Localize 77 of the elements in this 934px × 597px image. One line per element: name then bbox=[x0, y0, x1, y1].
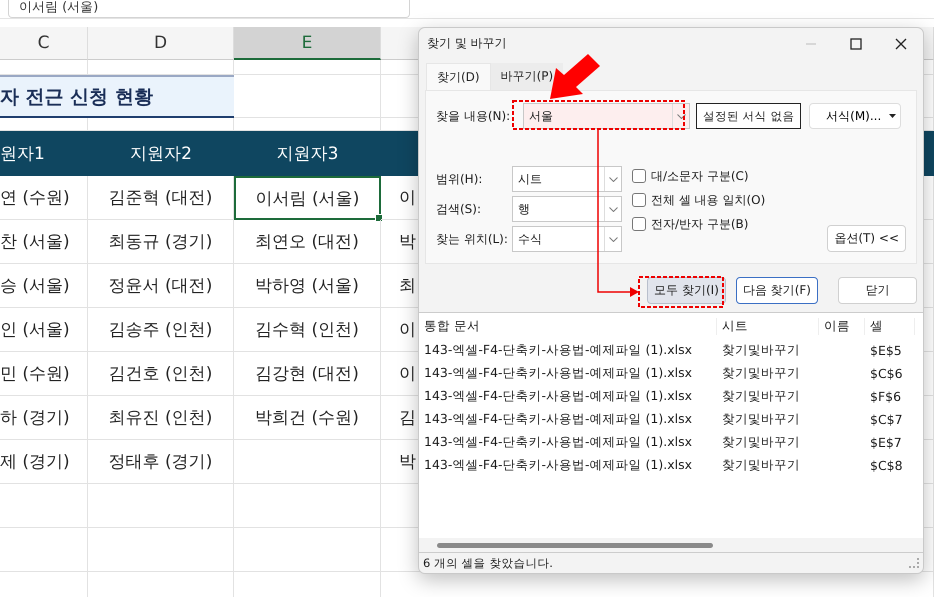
checkbox[interactable] bbox=[632, 217, 646, 231]
field-label: 찾는 위치(L): bbox=[436, 230, 509, 248]
dropdown[interactable]: 수식 bbox=[512, 226, 622, 252]
checkbox-label: 전자/반자 구분(B) bbox=[651, 216, 748, 232]
status-text: 6 개의 셀을 찾았습니다. bbox=[423, 556, 553, 570]
column-header[interactable]: 통합 문서 bbox=[419, 318, 717, 334]
active-cell[interactable]: 이서림 (서울) bbox=[234, 176, 381, 220]
column-header[interactable]: 이름 bbox=[819, 318, 865, 334]
table-cell[interactable]: 최유진 (인천) bbox=[88, 396, 234, 440]
scrollbar-thumb[interactable] bbox=[437, 542, 713, 548]
resize-grip[interactable] bbox=[909, 558, 919, 568]
empty-cell[interactable] bbox=[234, 528, 381, 572]
table-cell[interactable]: 김수혁 (인천) bbox=[234, 308, 381, 352]
chevron-down-icon bbox=[676, 114, 686, 118]
chevron-down-icon bbox=[608, 206, 618, 212]
table-cell[interactable]: 연 (수원) bbox=[0, 176, 88, 220]
table-cell[interactable]: 김준혁 (대전) bbox=[88, 176, 234, 220]
result-row[interactable]: 143-엑셀-F4-단축키-사용법-예제파일 (1).xlsx 찾기및바꾸기 $C$6 bbox=[419, 362, 923, 385]
chevron-down-icon bbox=[608, 236, 618, 242]
table-cell[interactable]: 김송주 (인천) bbox=[88, 308, 234, 352]
checkbox-label: 대/소문자 구분(C) bbox=[651, 168, 749, 184]
table-cell[interactable]: 최연오 (대전) bbox=[234, 220, 381, 264]
table-cell[interactable]: 최동규 (경기) bbox=[88, 220, 234, 264]
chevron-down-icon bbox=[608, 176, 618, 182]
close-icon[interactable] bbox=[895, 38, 907, 50]
result-row[interactable]: 143-엑셀-F4-단축키-사용법-예제파일 (1).xlsx 찾기및바꾸기 $E$5 bbox=[419, 339, 923, 362]
formula-bar-field[interactable]: 이서림 (서울) bbox=[8, 0, 410, 18]
column-header[interactable]: 셀 bbox=[865, 318, 915, 334]
empty-cell[interactable] bbox=[88, 528, 234, 572]
result-row[interactable]: 143-엑셀-F4-단축키-사용법-예제파일 (1).xlsx 찾기및바꾸기 $C$8 bbox=[419, 454, 923, 477]
column-header[interactable]: 시트 bbox=[717, 318, 819, 334]
find-all-button[interactable]: 모두 찾기(I) bbox=[647, 277, 726, 304]
empty-cell[interactable] bbox=[88, 484, 234, 528]
find-next-button[interactable]: 다음 찾기(F) bbox=[736, 277, 818, 304]
table-cell[interactable]: 박희건 (수원) bbox=[234, 396, 381, 440]
table-cell[interactable]: 김건호 (인천) bbox=[88, 352, 234, 396]
empty-cell[interactable] bbox=[0, 484, 88, 528]
result-row[interactable]: 143-엑셀-F4-단축키-사용법-예제파일 (1).xlsx 찾기및바꾸기 $F$6 bbox=[419, 385, 923, 408]
checkbox[interactable] bbox=[632, 169, 646, 183]
dialog-title: 찾기 및 바꾸기 bbox=[427, 35, 507, 52]
table-cell[interactable]: 인 (서울) bbox=[0, 308, 88, 352]
sheet-title: 자 전근 신청 현황 bbox=[0, 84, 153, 110]
table-cell[interactable]: 박하영 (서울) bbox=[234, 264, 381, 308]
result-row[interactable]: 143-엑셀-F4-단축키-사용법-예제파일 (1).xlsx 찾기및바꾸기 $C$7 bbox=[419, 408, 923, 431]
close-button[interactable]: 닫기 bbox=[838, 277, 917, 304]
table-header-cell-text: 지원자2 bbox=[130, 143, 192, 165]
maximize-icon[interactable] bbox=[850, 38, 862, 50]
tab[interactable]: 찾기(D) bbox=[426, 63, 491, 90]
format-preview: 설정된 서식 없음 bbox=[696, 103, 802, 129]
table-cell[interactable]: 찬 (서울) bbox=[0, 220, 88, 264]
empty-cell[interactable] bbox=[0, 528, 88, 572]
checkbox-label: 전체 셀 내용 일치(O) bbox=[651, 192, 766, 208]
table-cell[interactable]: 승 (서울) bbox=[0, 264, 88, 308]
checkbox[interactable] bbox=[632, 193, 646, 207]
table-cell[interactable]: 김강현 (대전) bbox=[234, 352, 381, 396]
table-header-cell-text: 원자1 bbox=[0, 143, 45, 165]
table-cell[interactable]: 정윤서 (대전) bbox=[88, 264, 234, 308]
find-field[interactable]: 서울 bbox=[523, 103, 690, 129]
table-cell[interactable]: 정태후 (경기) bbox=[88, 440, 234, 484]
column-header[interactable]: E bbox=[234, 27, 381, 60]
format-button[interactable]: 서식(M)... bbox=[809, 103, 902, 129]
field-label: 범위(H): bbox=[436, 170, 484, 188]
dropdown[interactable]: 시트 bbox=[512, 166, 622, 192]
table-header-cell-text: 지원자3 bbox=[276, 143, 338, 165]
dropdown[interactable]: 행 bbox=[512, 196, 622, 222]
empty-cell[interactable] bbox=[234, 484, 381, 528]
table-cell[interactable]: 제 (경기) bbox=[0, 440, 88, 484]
table-cell[interactable]: 하 (경기) bbox=[0, 396, 88, 440]
empty-cell[interactable] bbox=[234, 60, 381, 75]
empty-cell[interactable] bbox=[234, 440, 381, 484]
field-label: 찾을 내용(N): bbox=[436, 108, 512, 124]
table-cell[interactable]: 민 (수원) bbox=[0, 352, 88, 396]
result-row[interactable]: 143-엑셀-F4-단축키-사용법-예제파일 (1).xlsx 찾기및바꾸기 $E$7 bbox=[419, 431, 923, 454]
options-button[interactable]: 옵션(T) << bbox=[827, 225, 906, 252]
column-header[interactable]: C bbox=[0, 27, 88, 60]
field-label: 검색(S): bbox=[436, 200, 482, 218]
dropdown-icon bbox=[889, 114, 896, 118]
